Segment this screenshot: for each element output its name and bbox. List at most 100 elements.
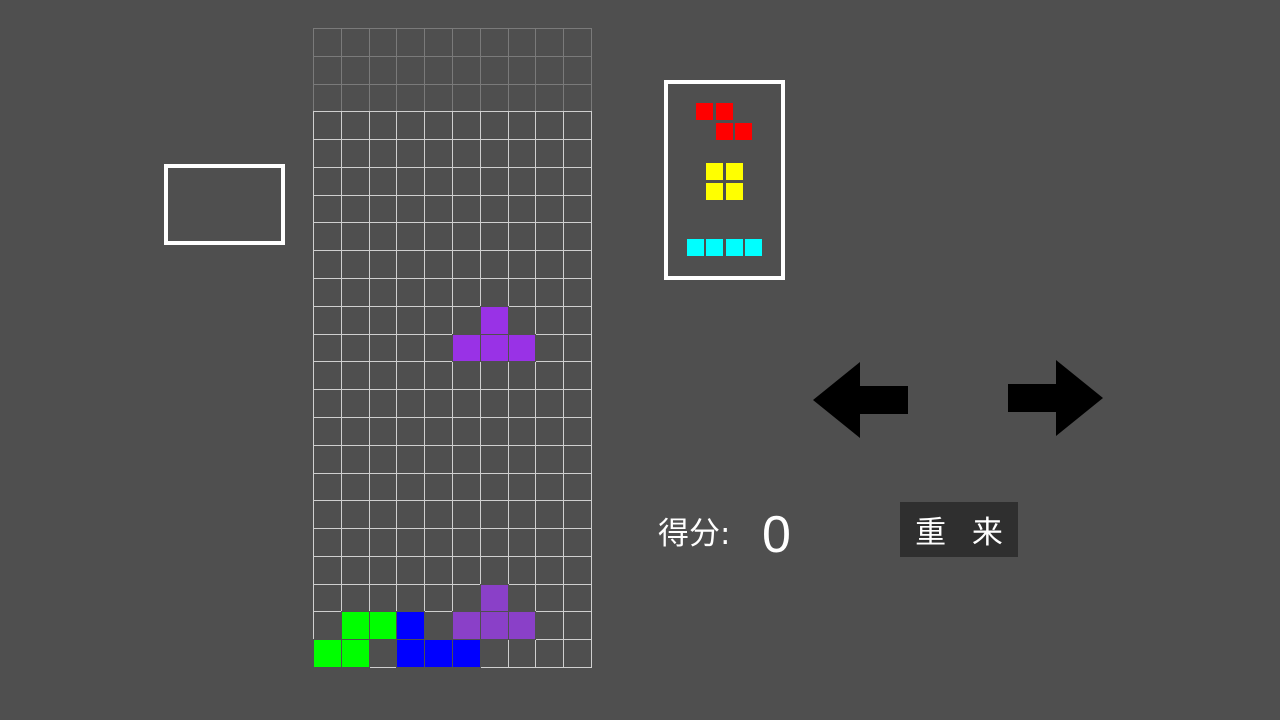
grid-cell [452, 583, 481, 613]
grid-cell [535, 305, 565, 335]
grid-cell [479, 639, 509, 668]
move-right-button[interactable] [1007, 358, 1103, 438]
grid-cell [452, 472, 481, 502]
grid-cell [396, 250, 426, 280]
grid-cell [424, 139, 453, 168]
grid-cell [452, 416, 481, 446]
next-piece-z-block [695, 102, 715, 121]
next-piece-i-block [705, 238, 724, 257]
grid-cell [507, 166, 537, 196]
grid-cell [535, 333, 565, 363]
grid-cell [507, 500, 537, 530]
next-pieces-box [664, 80, 785, 280]
grid-cell [368, 361, 398, 391]
grid-cell [368, 444, 398, 474]
grid-cell [507, 389, 537, 418]
grid-cell [535, 528, 565, 557]
grid-cell [396, 139, 426, 168]
grid-cell [396, 333, 426, 363]
grid-cell [535, 611, 565, 641]
grid-cell [424, 611, 453, 641]
spawn-grid-cell [535, 28, 565, 57]
grid-cell [424, 555, 453, 585]
grid-cell [452, 139, 481, 168]
grid-cell [507, 472, 537, 502]
grid-cell [396, 444, 426, 474]
grid-cell [313, 444, 342, 474]
grid-cell [313, 389, 342, 418]
grid-cell [563, 194, 592, 224]
grid-cell [507, 194, 537, 224]
locked-block [340, 611, 370, 641]
locked-block [340, 639, 370, 668]
ghost-piece-block [452, 611, 481, 641]
grid-cell [563, 250, 592, 280]
grid-cell [424, 166, 453, 196]
grid-cell [340, 416, 370, 446]
grid-cell [396, 416, 426, 446]
grid-cell [479, 139, 509, 168]
grid-cell [368, 500, 398, 530]
grid-cell [563, 305, 592, 335]
spawn-grid-cell [340, 55, 370, 85]
spawn-grid-cell [479, 83, 509, 113]
ghost-piece-block [479, 611, 509, 641]
grid-cell [563, 166, 592, 196]
next-piece-o-block [705, 162, 724, 181]
grid-cell [340, 305, 370, 335]
grid-cell [424, 250, 453, 280]
grid-cell [340, 444, 370, 474]
spawn-grid-cell [313, 83, 342, 113]
grid-cell [452, 389, 481, 418]
restart-button[interactable]: 重 来 [900, 502, 1018, 557]
next-piece-o-block [705, 181, 724, 201]
grid-cell [368, 389, 398, 418]
grid-cell [368, 222, 398, 252]
grid-cell [313, 333, 342, 363]
game-screen: 得分: 0 重 来 [0, 0, 1280, 720]
grid-cell [313, 528, 342, 557]
locked-block [396, 639, 426, 668]
spawn-grid-cell [313, 55, 342, 85]
spawn-grid-cell [452, 83, 481, 113]
grid-cell [535, 250, 565, 280]
grid-cell [396, 500, 426, 530]
grid-cell [535, 472, 565, 502]
grid-cell [313, 250, 342, 280]
move-left-button[interactable] [813, 360, 909, 440]
grid-cell [368, 111, 398, 141]
grid-cell [368, 250, 398, 280]
grid-cell [507, 278, 537, 307]
next-piece-i-block [744, 238, 763, 257]
next-piece-o-block [724, 162, 744, 181]
grid-cell [340, 500, 370, 530]
grid-cell [424, 111, 453, 141]
grid-cell [424, 305, 453, 335]
ghost-piece-block [479, 583, 509, 613]
score-label: 得分: [658, 516, 731, 552]
spawn-grid-cell [340, 28, 370, 57]
grid-cell [396, 555, 426, 585]
grid-cell [563, 111, 592, 141]
grid-cell [368, 305, 398, 335]
grid-cell [340, 111, 370, 141]
grid-cell [424, 222, 453, 252]
grid-cell [479, 444, 509, 474]
grid-cell [563, 389, 592, 418]
grid-cell [368, 528, 398, 557]
active-piece-block [507, 333, 537, 363]
spawn-grid-cell [507, 28, 537, 57]
ghost-piece-block [507, 611, 537, 641]
grid-cell [479, 555, 509, 585]
grid-cell [452, 500, 481, 530]
locked-block [424, 639, 453, 668]
next-piece-z-block [714, 102, 734, 121]
grid-cell [313, 500, 342, 530]
spawn-grid-cell [535, 55, 565, 85]
grid-cell [535, 500, 565, 530]
grid-cell [452, 194, 481, 224]
spawn-grid-cell [424, 28, 453, 57]
grid-cell [479, 250, 509, 280]
grid-cell [313, 139, 342, 168]
spawn-grid-cell [313, 28, 342, 57]
